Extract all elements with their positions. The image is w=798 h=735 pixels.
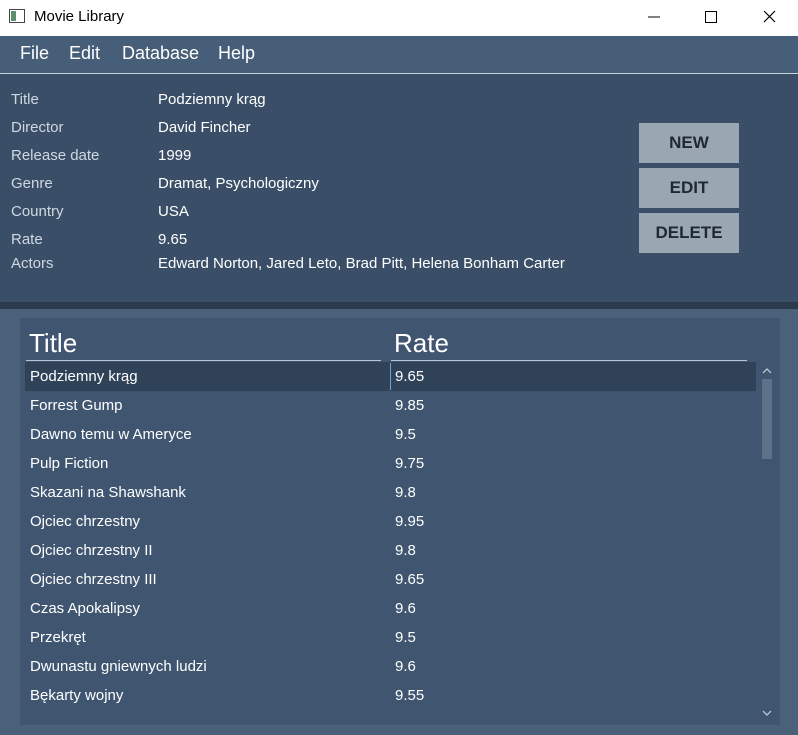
cell-title: Ojciec chrzestny [30, 513, 141, 530]
menu-database[interactable]: Database [122, 43, 199, 64]
cell-title: Dwunastu gniewnych ludzi [30, 658, 207, 675]
menu-file[interactable]: File [20, 43, 49, 64]
column-header-title[interactable]: Title [29, 328, 77, 359]
column-header-rate[interactable]: Rate [394, 328, 449, 359]
maximize-icon [705, 11, 717, 23]
header-underline-rate [391, 360, 747, 361]
table-row[interactable]: Pulp Fiction 9.75 [25, 449, 756, 478]
close-icon [763, 10, 776, 23]
table-row[interactable]: Czas Apokalipsy 9.6 [25, 594, 756, 623]
cell-title: Pulp Fiction [30, 455, 109, 472]
release-date-value: 1999 [158, 147, 192, 164]
cell-title: Dawno temu w Ameryce [30, 426, 192, 443]
maximize-button[interactable] [688, 0, 734, 36]
country-value: USA [158, 203, 189, 220]
header-underline-title [26, 360, 381, 361]
cell-rate: 9.95 [395, 513, 425, 530]
table-row[interactable]: Ojciec chrzestny III 9.65 [25, 565, 756, 594]
release-date-label: Release date [11, 147, 100, 164]
cell-rate: 9.85 [395, 397, 425, 414]
cell-rate: 9.6 [395, 658, 416, 675]
table-row[interactable]: Forrest Gump 9.85 [25, 391, 756, 420]
window-title: Movie Library [34, 8, 125, 25]
edit-button[interactable]: EDIT [639, 168, 739, 208]
delete-button[interactable]: DELETE [639, 213, 739, 253]
cell-title: Czas Apokalipsy [30, 600, 141, 617]
table-row[interactable]: Przekręt 9.5 [25, 623, 756, 652]
cell-rate: 9.8 [395, 542, 416, 559]
table-row[interactable]: Ojciec chrzestny II 9.8 [25, 536, 756, 565]
movie-list-table: Title Rate Podziemny krąg 9.65 Forrest G… [20, 318, 780, 725]
new-button[interactable]: NEW [639, 123, 739, 163]
panel-divider [0, 302, 798, 309]
app-icon [9, 9, 25, 23]
cell-title: Skazani na Shawshank [30, 484, 186, 501]
title-value: Podziemny krąg [158, 91, 266, 108]
cell-title: Podziemny krąg [30, 368, 138, 385]
movie-details-panel: Title Podziemny krąg Director David Finc… [0, 74, 798, 302]
close-button[interactable] [746, 0, 792, 36]
cell-rate: 9.5 [395, 426, 416, 443]
table-row[interactable]: Dwunastu gniewnych ludzi 9.6 [25, 652, 756, 681]
country-label: Country [11, 203, 64, 220]
cell-rate: 9.65 [395, 571, 425, 588]
minimize-button[interactable] [631, 0, 677, 36]
table-row[interactable]: Podziemny krąg 9.65 [25, 362, 756, 391]
cell-rate: 9.75 [395, 455, 425, 472]
cell-rate: 9.6 [395, 600, 416, 617]
cell-title: Forrest Gump [30, 397, 123, 414]
cell-title: Ojciec chrzestny II [30, 542, 153, 559]
chevron-up-icon[interactable] [761, 365, 773, 377]
cell-rate: 9.65 [395, 368, 425, 385]
genre-value: Dramat, Psychologiczny [158, 175, 319, 192]
scrollbar-thumb[interactable] [762, 379, 772, 459]
table-row[interactable]: Skazani na Shawshank 9.8 [25, 478, 756, 507]
menu-edit[interactable]: Edit [69, 43, 100, 64]
cell-rate: 9.8 [395, 484, 416, 501]
table-row[interactable]: Ojciec chrzestny 9.95 [25, 507, 756, 536]
actors-value: Edward Norton, Jared Leto, Brad Pitt, He… [158, 255, 565, 272]
director-label: Director [11, 119, 64, 136]
cell-rate: 9.55 [395, 687, 425, 704]
actors-label: Actors [11, 255, 54, 272]
rate-value: 9.65 [158, 231, 188, 248]
director-value: David Fincher [158, 119, 251, 136]
cell-title: Bękarty wojny [30, 687, 124, 704]
chevron-down-icon[interactable] [761, 707, 773, 719]
table-row[interactable]: Bękarty wojny 9.55 [25, 681, 756, 710]
table-row[interactable]: Dawno temu w Ameryce 9.5 [25, 420, 756, 449]
vertical-scrollbar[interactable] [759, 363, 775, 721]
rate-label: Rate [11, 231, 43, 248]
cell-rate: 9.5 [395, 629, 416, 646]
menu-bar: File Edit Database Help [0, 36, 798, 74]
menu-help[interactable]: Help [218, 43, 255, 64]
title-bar: Movie Library [0, 0, 798, 36]
cell-title: Przekręt [30, 629, 86, 646]
selection-marker [390, 363, 391, 390]
genre-label: Genre [11, 175, 53, 192]
minimize-icon [648, 16, 660, 18]
cell-title: Ojciec chrzestny III [30, 571, 157, 588]
title-label: Title [11, 91, 39, 108]
